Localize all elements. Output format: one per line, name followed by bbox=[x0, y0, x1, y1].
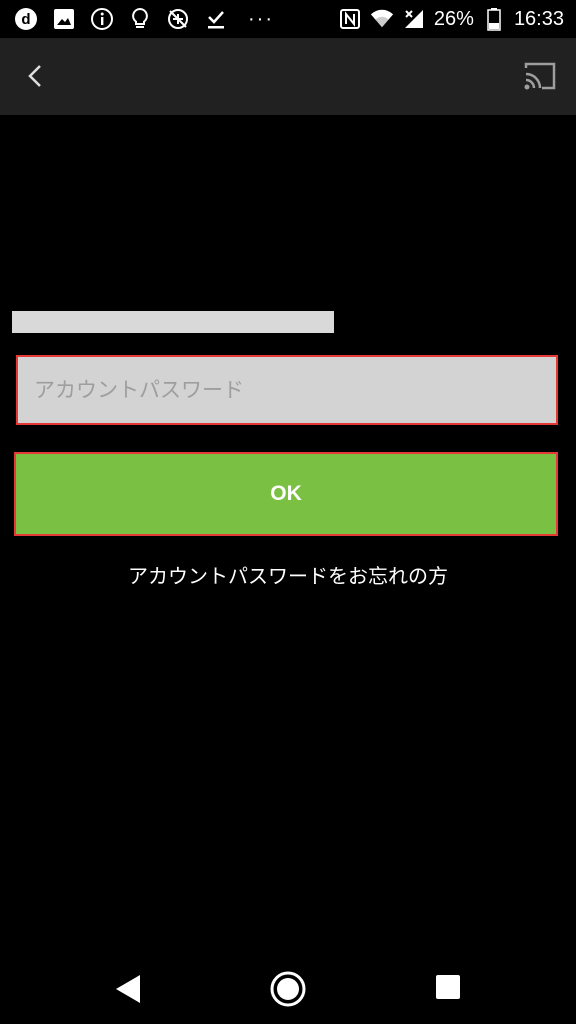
location-crossed-icon bbox=[166, 7, 190, 31]
docomo-d-icon: d bbox=[14, 7, 38, 31]
nfc-icon bbox=[338, 7, 362, 31]
cast-icon bbox=[524, 62, 556, 90]
notification-icons: d ··· bbox=[0, 7, 274, 31]
login-content: OK アカウントパスワードをお忘れの方 bbox=[0, 115, 576, 955]
app-bar bbox=[0, 38, 576, 115]
download-done-icon bbox=[204, 7, 228, 31]
cast-button[interactable] bbox=[522, 60, 558, 92]
password-field[interactable] bbox=[16, 355, 558, 425]
ok-button[interactable]: OK bbox=[14, 452, 558, 536]
svg-text:d: d bbox=[21, 11, 30, 28]
nav-recent-button[interactable] bbox=[436, 975, 460, 999]
nav-recent-icon bbox=[436, 975, 460, 999]
nav-home-icon bbox=[270, 971, 306, 1007]
navigation-bar bbox=[0, 955, 576, 1024]
signal-icon bbox=[402, 7, 426, 31]
bulb-icon bbox=[128, 7, 152, 31]
wifi-icon bbox=[370, 7, 394, 31]
nav-back-icon bbox=[116, 975, 140, 1003]
info-icon bbox=[90, 7, 114, 31]
clock: 16:33 bbox=[513, 7, 564, 30]
battery-percent: 26% bbox=[433, 7, 474, 30]
nav-home-button[interactable] bbox=[269, 970, 307, 1008]
ok-button-label: OK bbox=[270, 482, 302, 505]
chevron-left-icon bbox=[28, 65, 41, 87]
redacted-account-label bbox=[12, 311, 334, 333]
forgot-password-link[interactable]: アカウントパスワードをお忘れの方 bbox=[0, 560, 576, 589]
battery-icon bbox=[482, 7, 506, 31]
more-notifications-indicator: ··· bbox=[248, 7, 274, 30]
back-button[interactable] bbox=[20, 60, 52, 92]
system-icons: 26% 16:33 bbox=[338, 0, 564, 38]
image-icon bbox=[52, 7, 76, 31]
nav-back-button[interactable] bbox=[112, 971, 144, 1007]
status-bar: d ··· 26% 16:33 bbox=[0, 0, 576, 38]
password-input[interactable] bbox=[18, 357, 556, 423]
